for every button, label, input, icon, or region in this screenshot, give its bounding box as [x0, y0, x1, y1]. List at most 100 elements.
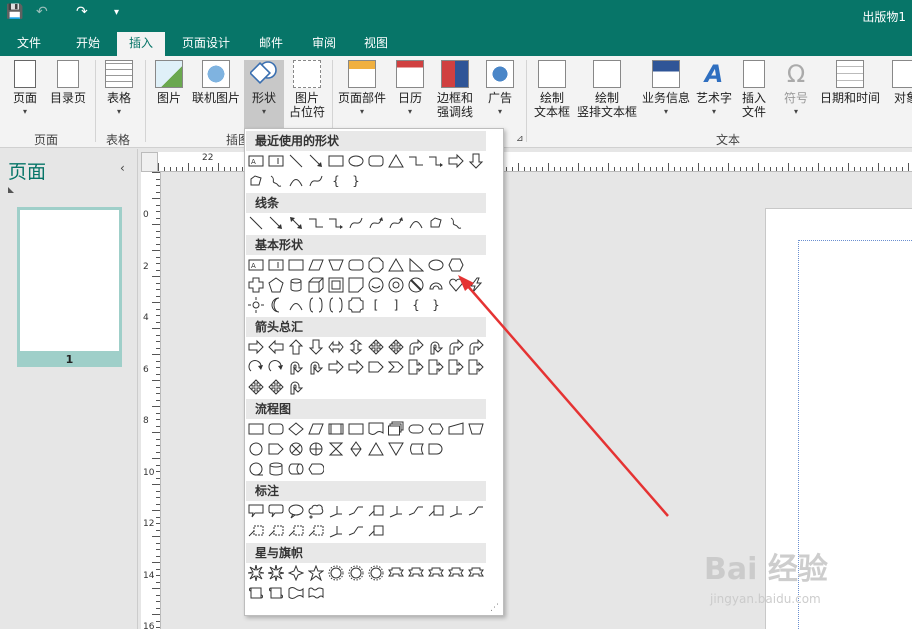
shape-scroll-icon[interactable]	[247, 584, 265, 602]
shape-scroll-icon[interactable]	[267, 584, 285, 602]
calendar-button[interactable]: 日历 ▾	[392, 60, 428, 119]
shape-ribbon-icon[interactable]	[407, 564, 425, 582]
shape-circle-icon[interactable]	[247, 440, 265, 458]
online-picture-button[interactable]: 联机图片	[190, 60, 242, 105]
shape-directaccess-icon[interactable]	[287, 460, 305, 478]
shape-seqaccess-icon[interactable]	[247, 460, 265, 478]
shape-hexagon-icon[interactable]	[447, 256, 465, 274]
shape-cube-icon[interactable]	[307, 276, 325, 294]
tab-review[interactable]: 审阅	[303, 32, 345, 56]
shape-document-icon[interactable]	[367, 420, 385, 438]
tab-page-design[interactable]: 页面设计	[173, 32, 239, 56]
shape-dashCall-icon[interactable]	[267, 522, 285, 540]
shape-orjunction-icon[interactable]	[307, 440, 325, 458]
shape-arrR-icon[interactable]	[327, 358, 345, 376]
shape-arrD-icon[interactable]	[467, 152, 485, 170]
shape-arrL-icon[interactable]	[267, 338, 285, 356]
shape-sort-icon[interactable]	[347, 440, 365, 458]
shape-heart-icon[interactable]	[447, 276, 465, 294]
shape-prep-icon[interactable]	[427, 420, 445, 438]
shape-callArr-icon[interactable]	[407, 358, 425, 376]
shape-ribbon-icon[interactable]	[427, 564, 445, 582]
shape-home-icon[interactable]	[267, 440, 285, 458]
shape-rrect-icon[interactable]	[367, 152, 385, 170]
shape-seal-icon[interactable]	[347, 564, 365, 582]
shape-seal-icon[interactable]	[327, 564, 345, 582]
expand-triangle-icon[interactable]	[8, 187, 14, 193]
shape-vtext-icon[interactable]	[267, 152, 285, 170]
shape-curve-icon[interactable]	[307, 172, 325, 190]
shape-extract-icon[interactable]	[367, 440, 385, 458]
shape-can-icon[interactable]	[287, 276, 305, 294]
resize-grip-icon[interactable]: ⋰	[490, 603, 499, 613]
shape-line-icon[interactable]	[287, 152, 305, 170]
shape-manop-icon[interactable]	[467, 420, 485, 438]
collapse-pane-icon[interactable]: ‹	[120, 161, 125, 175]
shape-blockarc-icon[interactable]	[427, 276, 445, 294]
shape-textbox-icon[interactable]: A	[247, 152, 265, 170]
shape-scribble-icon[interactable]	[267, 172, 285, 190]
shape-bent-icon[interactable]	[407, 338, 425, 356]
shape-arrU-icon[interactable]	[287, 338, 305, 356]
shape-dashCall-icon[interactable]	[247, 522, 265, 540]
shape-arrD-icon[interactable]	[307, 338, 325, 356]
draw-vertical-textbox-button[interactable]: 绘制 竖排文本框	[576, 60, 638, 119]
page-button[interactable]: 页面 ▾	[6, 60, 44, 119]
shape-arrUD-icon[interactable]	[347, 338, 365, 356]
shape-parallelogram-icon[interactable]	[307, 420, 325, 438]
table-button[interactable]: 表格 ▾	[100, 60, 138, 119]
shape-ribbon-icon[interactable]	[467, 564, 485, 582]
shape-bevel-icon[interactable]	[327, 276, 345, 294]
shape-textbox-icon[interactable]: A	[247, 256, 265, 274]
shape-brace-left[interactable]: {	[327, 172, 345, 190]
shape-callCloud-icon[interactable]	[307, 502, 325, 520]
shape-rrect-icon[interactable]	[347, 256, 365, 274]
shape-star4-icon[interactable]	[287, 564, 305, 582]
tab-view[interactable]: 视图	[355, 32, 397, 56]
shape-lineCall-icon[interactable]	[327, 522, 345, 540]
symbol-button[interactable]: Ω 符号 ▾	[776, 60, 816, 119]
shape-uturn-icon[interactable]	[307, 358, 325, 376]
business-info-button[interactable]: 业务信息 ▾	[640, 60, 692, 119]
shape-lineCall-icon[interactable]	[447, 502, 465, 520]
shape-arrR-icon[interactable]	[347, 358, 365, 376]
draw-textbox-button[interactable]: 绘制 文本框	[530, 60, 574, 119]
shape-callRect-icon[interactable]	[247, 502, 265, 520]
shape-curvearrow-icon[interactable]	[367, 214, 385, 232]
shape-lineCall2-icon[interactable]	[407, 502, 425, 520]
shape-brace-left[interactable]: {	[407, 296, 425, 314]
shape-delay-icon[interactable]	[427, 440, 445, 458]
tab-insert[interactable]: 插入	[117, 32, 165, 56]
customize-toolbar-icon[interactable]: ▾	[114, 7, 119, 18]
shape-dashCall-icon[interactable]	[287, 522, 305, 540]
shape-oval-icon[interactable]	[427, 256, 445, 274]
shape-oval-icon[interactable]	[347, 152, 365, 170]
page-thumbnail[interactable]: 1	[17, 207, 122, 367]
shape-plaque-icon[interactable]	[347, 296, 365, 314]
shape-arc-icon[interactable]	[287, 172, 305, 190]
shape-lineCall2-icon[interactable]	[347, 502, 365, 520]
save-icon[interactable]: 💾	[6, 4, 23, 20]
shape-curve-icon[interactable]	[347, 214, 365, 232]
redo-icon[interactable]: ↷	[76, 4, 88, 20]
shape-uturn-icon[interactable]	[427, 338, 445, 356]
shape-callArr-icon[interactable]	[467, 358, 485, 376]
datetime-button[interactable]: 日期和时间	[818, 60, 882, 105]
shape-lineCall2-icon[interactable]	[347, 522, 365, 540]
shape-arrR-icon[interactable]	[247, 338, 265, 356]
shape-boxCall-icon[interactable]	[427, 502, 445, 520]
shape-star5-icon[interactable]	[307, 564, 325, 582]
shape-dblarrow-icon[interactable]	[287, 214, 305, 232]
shape-ribbon-icon[interactable]	[387, 564, 405, 582]
shape-callArr-icon[interactable]	[447, 358, 465, 376]
shape-bracepair-icon[interactable]	[307, 296, 325, 314]
shape-callRRect-icon[interactable]	[267, 502, 285, 520]
shape-boxCall-icon[interactable]	[367, 502, 385, 520]
shape-quad-icon[interactable]	[367, 338, 385, 356]
shape-cross-icon[interactable]	[247, 276, 265, 294]
shape-sun-icon[interactable]	[247, 296, 265, 314]
picture-placeholder-button[interactable]: 图片 占位符	[286, 60, 328, 119]
shape-bolt-icon[interactable]	[467, 276, 485, 294]
shape-callArr-icon[interactable]	[427, 358, 445, 376]
shape-callOval-icon[interactable]	[287, 502, 305, 520]
